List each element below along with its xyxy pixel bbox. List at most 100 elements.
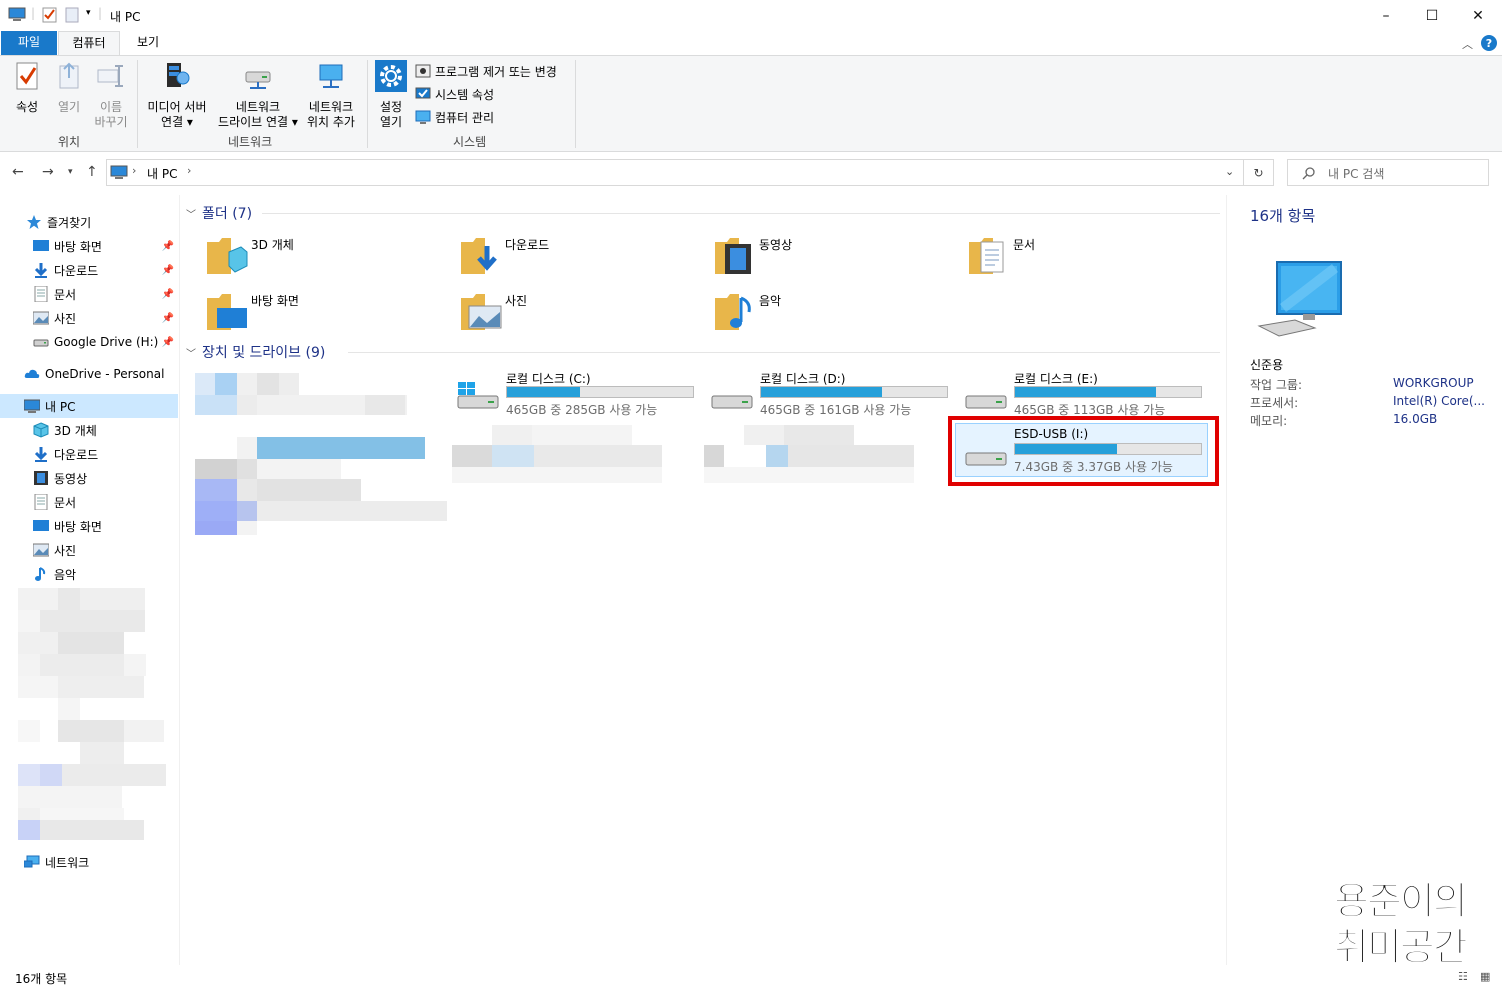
sidebar-item-desktop[interactable]: 바탕 화면	[0, 514, 178, 538]
system-properties-label: 시스템 속성	[435, 87, 495, 102]
drive-c[interactable]: 로컬 디스크 (C:) 465GB 중 285GB 사용 가능	[452, 370, 702, 420]
pin-icon[interactable]: 📌	[162, 241, 174, 252]
sidebar-item-music[interactable]: 음악	[0, 562, 178, 586]
details-item-count: 16개 항목	[1250, 207, 1316, 225]
drive-usb-i[interactable]: ESD-USB (I:) 7.43GB 중 3.37GB 사용 가능	[960, 427, 1210, 477]
folder-3d-objects[interactable]: 3D 개체	[205, 234, 445, 284]
blurred-drive-items	[195, 373, 447, 535]
folder-pictures[interactable]: 사진	[459, 290, 699, 340]
sidebar-item-3d-objects[interactable]: 3D 개체	[0, 418, 178, 442]
media-server-button[interactable]: 미디어 서버 연결 ▾	[142, 60, 212, 130]
system-properties-button[interactable]: 시스템 속성	[415, 84, 494, 104]
sidebar-item-desktop[interactable]: 바탕 화면 📌	[0, 234, 178, 258]
pin-icon[interactable]: 📌	[162, 313, 174, 324]
pictures-icon	[33, 543, 49, 557]
folder-label: 다운로드	[505, 238, 550, 252]
sidebar-item-label: 즐겨찾기	[47, 215, 92, 230]
minimize-button[interactable]: –	[1363, 0, 1409, 31]
new-folder-icon[interactable]	[65, 7, 79, 23]
3d-objects-icon	[33, 422, 49, 438]
collapse-chevron-icon[interactable]: ﹀	[186, 206, 196, 221]
maximize-button[interactable]: ☐	[1409, 0, 1455, 31]
folder-desktop[interactable]: 바탕 화면	[205, 290, 445, 340]
refresh-button[interactable]: ↻	[1244, 159, 1274, 186]
breadcrumb-this-pc[interactable]: 내 PC	[147, 165, 177, 182]
network-drive-icon	[245, 71, 271, 89]
title-bar: | ▾ | 내 PC – ☐ ✕	[0, 0, 1502, 31]
drive-usage-bar	[1014, 443, 1202, 455]
sidebar-item-pictures[interactable]: 사진 📌	[0, 306, 178, 330]
breadcrumb-separator-icon[interactable]: ›	[132, 164, 136, 177]
rename-button[interactable]: 이름 바꾸기	[91, 60, 131, 130]
forward-arrow-icon[interactable]: →	[42, 164, 54, 180]
folder-downloads[interactable]: 다운로드	[459, 234, 699, 284]
computer-management-button[interactable]: 컴퓨터 관리	[415, 107, 494, 127]
folders-section-title: 폴더 (7)	[202, 206, 253, 222]
sidebar-item-onedrive[interactable]: OneDrive - Personal	[0, 362, 178, 386]
documents-folder-icon	[969, 238, 1004, 274]
search-placeholder: 내 PC 검색	[1328, 167, 1385, 181]
pin-icon[interactable]: 📌	[162, 337, 174, 348]
sidebar-item-videos[interactable]: 동영상	[0, 466, 178, 490]
sidebar-item-this-pc[interactable]: 내 PC	[0, 394, 178, 418]
open-button[interactable]: 열기	[52, 60, 86, 115]
large-icons-view-icon[interactable]: ▦	[1480, 970, 1490, 983]
open-settings-button[interactable]: 설정 열기	[372, 60, 410, 130]
ribbon-separator	[137, 60, 138, 148]
pin-icon[interactable]: 📌	[162, 289, 174, 300]
tab-computer[interactable]: 컴퓨터	[58, 31, 120, 55]
computer-icon	[1257, 261, 1342, 337]
add-network-location-button[interactable]: 네트워크 위치 추가	[302, 60, 360, 130]
drive-free-space: 465GB 중 161GB 사용 가능	[760, 403, 912, 417]
sidebar-item-quick-access[interactable]: 즐겨찾기	[0, 210, 178, 234]
drives-section-header[interactable]: ﹀ 장치 및 드라이브 (9)	[186, 342, 325, 362]
address-bar[interactable]: › 내 PC › ⌄	[106, 159, 1244, 186]
navigation-bar: ← → ▾ ↑ › 내 PC › ⌄ ↻ 내 PC 검색	[0, 155, 1502, 191]
pictures-folder-icon	[461, 294, 502, 330]
processor-label: 프로세서:	[1250, 396, 1299, 410]
uninstall-program-button[interactable]: 프로그램 제거 또는 변경	[415, 61, 557, 81]
collapse-chevron-icon[interactable]: ﹀	[186, 345, 196, 360]
sidebar-item-documents[interactable]: 문서 📌	[0, 282, 178, 306]
folder-videos[interactable]: 동영상	[713, 234, 953, 284]
add-location-label-1: 네트워크	[308, 100, 354, 114]
ribbon: 속성 열기 이름 바꾸기 위치 미디어 서버 연결 ▾ 네트워크 드라이브 연결…	[0, 55, 1502, 152]
sidebar-item-downloads[interactable]: 다운로드	[0, 442, 178, 466]
sidebar-item-pictures[interactable]: 사진	[0, 538, 178, 562]
close-button[interactable]: ✕	[1455, 0, 1501, 31]
folder-documents[interactable]: 문서	[967, 234, 1207, 284]
videos-icon	[34, 471, 48, 485]
properties-check-icon[interactable]	[42, 7, 58, 23]
folders-section-header[interactable]: ﹀ 폴더 (7)	[186, 203, 252, 223]
sidebar-item-documents[interactable]: 문서	[0, 490, 178, 514]
back-arrow-icon[interactable]: ←	[12, 164, 24, 180]
drive-d[interactable]: 로컬 디스크 (D:) 465GB 중 161GB 사용 가능	[706, 370, 956, 420]
customize-quick-access-icon[interactable]: ▾	[86, 8, 91, 18]
pin-icon[interactable]: 📌	[162, 265, 174, 276]
sidebar-item-label: 바탕 화면	[54, 239, 102, 254]
properties-label: 속성	[15, 100, 39, 114]
search-box[interactable]: 내 PC 검색	[1287, 159, 1489, 186]
map-drive-label-1: 네트워크	[235, 100, 281, 114]
3d-objects-folder-icon	[207, 238, 248, 274]
refresh-icon: ↻	[1253, 165, 1264, 180]
sidebar-item-network[interactable]: 네트워크	[0, 850, 178, 874]
recent-locations-chevron-icon[interactable]: ▾	[68, 167, 73, 177]
checkmark-properties-icon	[16, 62, 38, 90]
drive-e[interactable]: 로컬 디스크 (E:) 465GB 중 113GB 사용 가능	[960, 370, 1210, 420]
properties-button[interactable]: 속성	[8, 60, 46, 115]
folder-music[interactable]: 음악	[713, 290, 953, 340]
sidebar-item-downloads[interactable]: 다운로드 📌	[0, 258, 178, 282]
tab-view[interactable]: 보기	[122, 31, 174, 55]
details-view-icon[interactable]: ☷	[1458, 970, 1468, 983]
address-dropdown-icon[interactable]: ⌄	[1225, 165, 1234, 178]
map-network-drive-button[interactable]: 네트워크 드라이브 연결 ▾	[214, 60, 302, 130]
tab-file[interactable]: 파일	[1, 31, 57, 55]
sidebar-item-google-drive[interactable]: Google Drive (H:) 📌	[0, 330, 178, 354]
breadcrumb-separator-icon[interactable]: ›	[187, 164, 191, 177]
up-arrow-icon[interactable]: ↑	[86, 164, 98, 180]
help-icon[interactable]: ?	[1480, 34, 1498, 52]
collapse-ribbon-icon[interactable]: ︿	[1462, 36, 1473, 52]
section-divider	[348, 352, 1220, 353]
gear-icon	[375, 60, 407, 92]
